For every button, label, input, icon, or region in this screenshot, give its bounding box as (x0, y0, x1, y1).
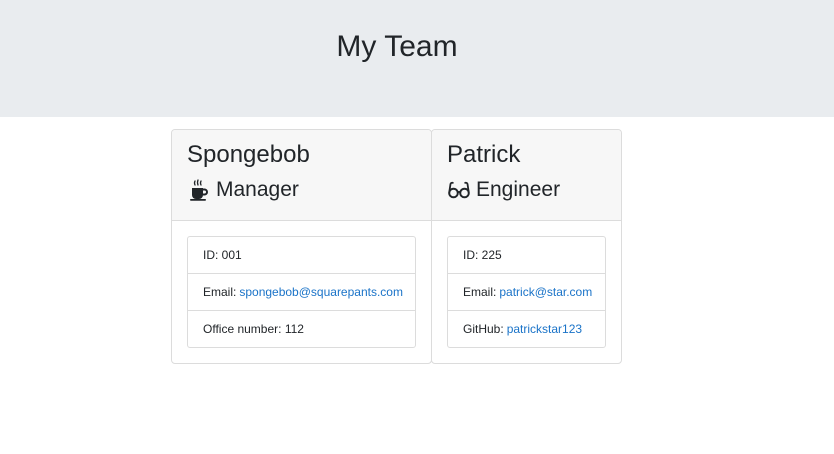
employee-email: Email: spongebob@squarepants.com (188, 274, 415, 311)
email-link[interactable]: patrick@star.com (499, 285, 592, 299)
employee-email: Email: patrick@star.com (448, 274, 605, 311)
employee-details-list: ID: 225 Email: patrick@star.com GitHub: … (447, 236, 606, 348)
card-header: Patrick Engineer (432, 130, 621, 221)
card-header: Spongebob Manager (172, 130, 431, 221)
card-body: ID: 001 Email: spongebob@squarepants.com… (172, 221, 431, 348)
email-label: Email: (463, 285, 497, 299)
card-body: ID: 225 Email: patrick@star.com GitHub: … (432, 221, 621, 348)
employee-name: Patrick (447, 141, 521, 168)
employee-id-text: ID: 225 (463, 248, 502, 262)
employee-role: Engineer (447, 175, 606, 205)
role-label: Manager (216, 178, 299, 201)
github-link[interactable]: patrickstar123 (507, 322, 582, 336)
role-label: Engineer (476, 178, 561, 201)
coffee-icon (187, 178, 211, 202)
office-number: Office number: 112 (188, 311, 415, 347)
office-number-text: Office number: 112 (203, 322, 304, 336)
glasses-icon (447, 178, 471, 202)
employee-id: ID: 225 (448, 237, 605, 274)
employee-role: Manager (187, 175, 416, 205)
employee-card-engineer: Patrick Engineer ID: 225 Email: patrick@… (431, 129, 622, 364)
page-title: My Team (336, 30, 458, 63)
github-label: GitHub: (463, 322, 504, 336)
github: GitHub: patrickstar123 (448, 311, 605, 347)
employee-name: Spongebob (187, 141, 310, 168)
employee-id-text: ID: 001 (203, 248, 242, 262)
employee-id: ID: 001 (188, 237, 415, 274)
email-link[interactable]: spongebob@squarepants.com (239, 285, 403, 299)
header-banner: My Team (0, 0, 834, 117)
employee-details-list: ID: 001 Email: spongebob@squarepants.com… (187, 236, 416, 348)
employee-card-manager: Spongebob Manager ID: 001 Email: spongeb… (171, 129, 432, 364)
email-label: Email: (203, 285, 237, 299)
